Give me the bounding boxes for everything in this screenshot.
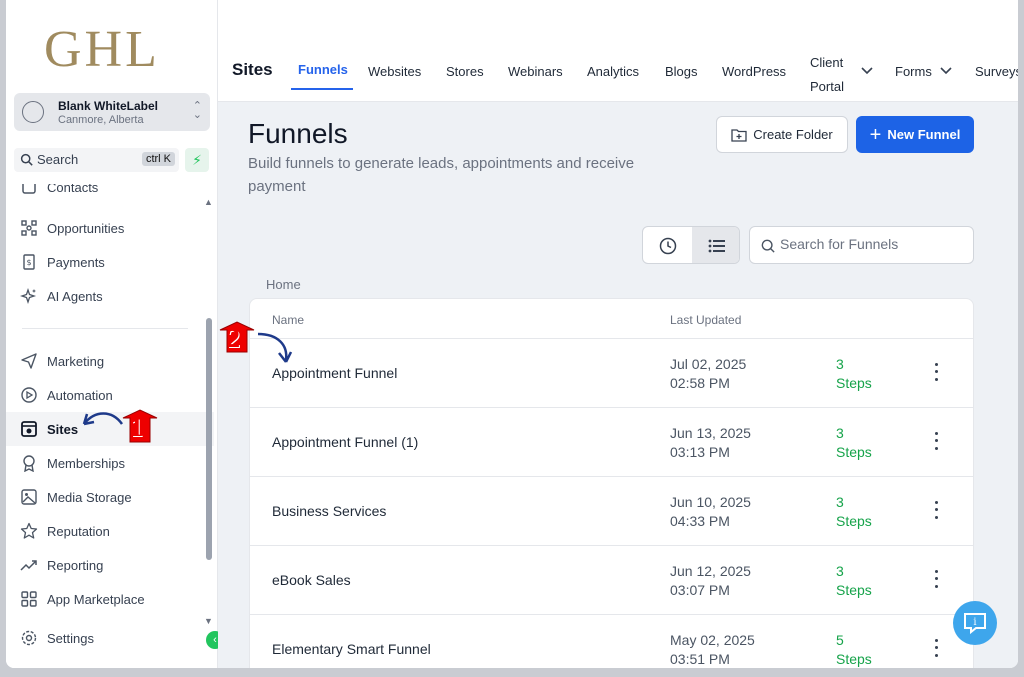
annotation-arrows — [82, 321, 293, 443]
annotation-step-2: 2 — [227, 324, 240, 353]
annotation-step-1: 1 — [130, 413, 143, 442]
